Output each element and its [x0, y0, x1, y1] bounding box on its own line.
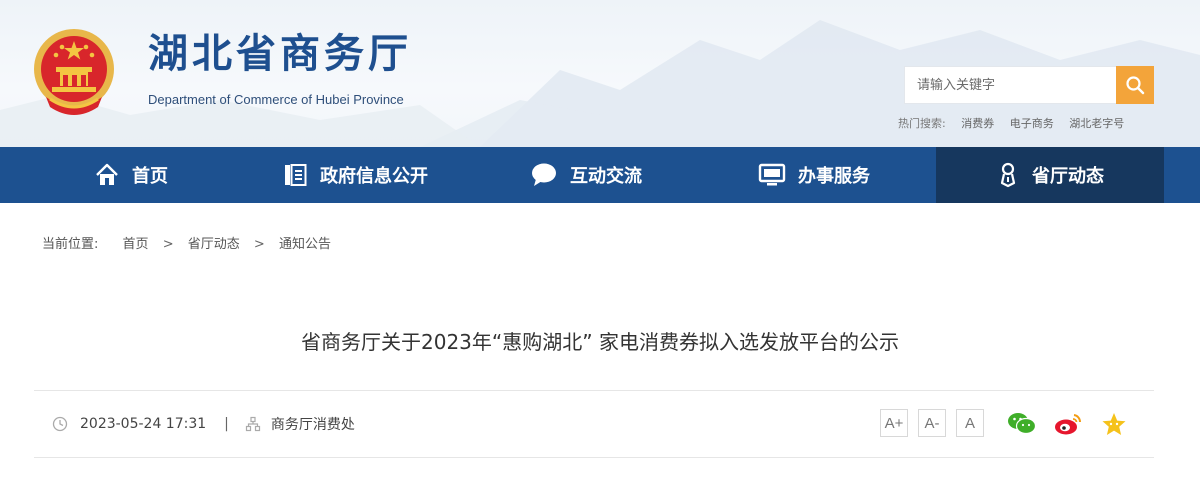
- breadcrumb-label: 当前位置:: [42, 237, 99, 252]
- font-size-increase-button[interactable]: A+: [880, 409, 908, 437]
- hot-search-keyword[interactable]: 消费券: [961, 117, 994, 130]
- nav-item-label: 办事服务: [798, 166, 870, 187]
- monitor-icon: [758, 162, 786, 188]
- hot-search-label: 热门搜索:: [898, 117, 946, 130]
- wechat-icon: [1008, 413, 1037, 435]
- org-chart-icon: [245, 416, 260, 432]
- breadcrumb: 当前位置: 首页 > 省厅动态 > 通知公告: [42, 233, 331, 252]
- search-box: [904, 66, 1154, 104]
- nav-item-label: 省厅动态: [1032, 166, 1104, 187]
- nav-item-label: 首页: [132, 166, 168, 187]
- hot-search-keyword[interactable]: 湖北老字号: [1069, 117, 1124, 130]
- font-size-default-button[interactable]: A: [956, 409, 984, 437]
- nav-item-dept-news[interactable]: 省厅动态: [936, 147, 1164, 203]
- meta-separator: |: [224, 416, 229, 432]
- document-icon: [282, 162, 308, 188]
- article-source: 商务厅消费处: [270, 417, 355, 433]
- main-nav: 首页 政府信息公开 互动交流 办事服务 省厅动态: [0, 147, 1200, 203]
- search-input[interactable]: [905, 67, 1117, 103]
- breadcrumb-link-home[interactable]: 首页: [123, 237, 149, 252]
- favorite-star-icon: [1102, 413, 1126, 435]
- share-wechat-button[interactable]: [1007, 409, 1037, 439]
- nav-item-home[interactable]: 首页: [94, 147, 168, 203]
- breadcrumb-separator: >: [253, 237, 265, 252]
- nav-item-label: 政府信息公开: [320, 166, 428, 187]
- national-emblem-icon: [34, 29, 114, 115]
- site-header: 湖北省商务厅 Department of Commerce of Hubei P…: [0, 0, 1200, 147]
- font-size-label: A+: [884, 414, 904, 432]
- home-icon: [94, 162, 120, 188]
- nav-item-gov-info[interactable]: 政府信息公开: [282, 147, 428, 203]
- hot-search: 热门搜索: 消费券 电子商务 湖北老字号: [898, 115, 1124, 131]
- font-size-label: A-: [924, 414, 940, 432]
- chat-bubble-icon: [530, 162, 558, 188]
- divider: [34, 390, 1154, 391]
- article-meta: 2023-05-24 17:31 | 商务厅消费处: [52, 414, 355, 434]
- site-subtitle: Department of Commerce of Hubei Province: [148, 92, 404, 107]
- divider: [34, 457, 1154, 458]
- favorite-button[interactable]: [1099, 409, 1129, 439]
- publish-datetime: 2023-05-24 17:31: [80, 416, 207, 432]
- weibo-icon: [1055, 414, 1082, 435]
- breadcrumb-separator: >: [162, 237, 174, 252]
- font-size-decrease-button[interactable]: A-: [918, 409, 946, 437]
- breadcrumb-link-dept-news[interactable]: 省厅动态: [188, 237, 240, 252]
- breadcrumb-link-notices[interactable]: 通知公告: [279, 237, 331, 252]
- hot-search-keyword[interactable]: 电子商务: [1010, 117, 1054, 130]
- nav-item-services[interactable]: 办事服务: [758, 147, 870, 203]
- share-weibo-button[interactable]: [1053, 409, 1083, 439]
- nav-item-label: 互动交流: [570, 166, 642, 187]
- search-icon: [1126, 76, 1145, 95]
- search-button[interactable]: [1116, 66, 1154, 104]
- clock-icon: [52, 416, 68, 432]
- site-title: 湖北省商务厅: [148, 30, 412, 77]
- person-badge-icon: [996, 162, 1020, 188]
- article-title: 省商务厅关于2023年“惠购湖北” 家电消费券拟入选发放平台的公示: [301, 330, 899, 354]
- nav-item-interaction[interactable]: 互动交流: [530, 147, 642, 203]
- font-size-label: A: [964, 414, 975, 432]
